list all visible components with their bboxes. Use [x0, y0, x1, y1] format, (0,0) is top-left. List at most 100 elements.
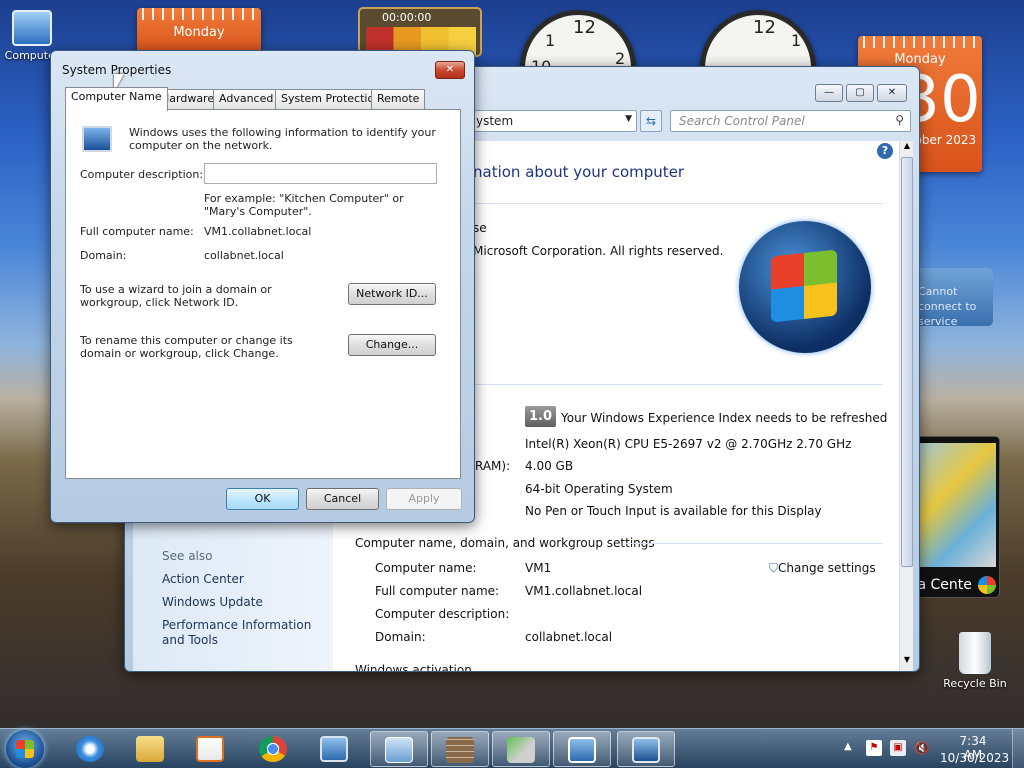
- activation-heading: Windows activation: [355, 663, 472, 671]
- calendar-day-right: Monday: [894, 52, 946, 67]
- experience-index-link[interactable]: Your Windows Experience Index needs to b…: [561, 411, 887, 425]
- example-text: For example: "Kitchen Computer" or "Mary…: [204, 192, 404, 218]
- start-button[interactable]: [6, 730, 44, 768]
- computer-icon: [82, 126, 112, 152]
- domain-label: Domain:: [375, 630, 426, 644]
- scroll-thumb[interactable]: [901, 157, 913, 567]
- recycle-bin-label: Recycle Bin: [943, 677, 1007, 690]
- action-center-link[interactable]: Action Center: [162, 572, 244, 586]
- change-settings-link[interactable]: ⛉Change settings: [769, 561, 876, 576]
- computer-icon: [12, 10, 52, 46]
- taskbar-item-computer-management[interactable]: [617, 731, 675, 767]
- volume-muted-icon[interactable]: 🔇: [914, 740, 930, 756]
- show-hidden-icons-button[interactable]: ▲: [844, 741, 852, 752]
- refresh-button[interactable]: ⇆: [640, 110, 662, 132]
- media-player-icon: [196, 736, 224, 762]
- full-name-value: VM1.collabnet.local: [204, 225, 312, 238]
- address-bar[interactable]: ystem ▼: [465, 110, 637, 132]
- minimize-button[interactable]: —: [815, 84, 843, 102]
- clock-date[interactable]: 10/30/2023: [940, 751, 1009, 765]
- stopwatch-time: 00:00:00: [382, 11, 432, 24]
- scroll-down-icon[interactable]: ▼: [901, 655, 913, 669]
- search-placeholder: Search Control Panel: [679, 114, 805, 128]
- action-center-flag-icon[interactable]: ⚑: [866, 740, 882, 756]
- pen-touch-value: No Pen or Touch Input is available for t…: [525, 504, 822, 518]
- taskbar: ▲ ⚑ ▣ 🔇 7:34 AM 10/30/2023: [0, 728, 1024, 768]
- description-label: Computer description:: [80, 168, 204, 181]
- chevron-down-icon[interactable]: ▼: [625, 114, 632, 124]
- computer-management-icon: [632, 737, 660, 763]
- network-id-button[interactable]: Network ID...: [348, 283, 436, 305]
- network-icon: [507, 737, 535, 763]
- taskbar-item-network-tool[interactable]: [492, 731, 550, 767]
- address-text: ystem: [476, 114, 514, 128]
- windows-logo-icon: [978, 576, 996, 594]
- recycle-bin-icon: [959, 632, 991, 674]
- tab-remote[interactable]: Remote: [371, 89, 426, 109]
- taskbar-item-windows-explorer[interactable]: [122, 731, 180, 767]
- computer-name-label: Computer name:: [375, 561, 477, 575]
- copyright-text: Microsoft Corporation. All rights reserv…: [473, 244, 724, 258]
- rating-score: 1.0: [528, 409, 553, 424]
- system-properties-dialog[interactable]: System Properties ✕ Computer Name Hardwa…: [50, 50, 475, 523]
- full-name-label: Full computer name:: [80, 225, 194, 238]
- description-label: Computer description:: [375, 607, 510, 621]
- taskbar-item-system-properties[interactable]: [553, 731, 611, 767]
- network-tray-icon[interactable]: ▣: [890, 740, 906, 756]
- internet-explorer-icon: [76, 736, 104, 762]
- shield-icon: ⛉: [769, 561, 779, 575]
- domain-value: collabnet.local: [204, 249, 284, 262]
- tab-computer-name[interactable]: Computer Name: [65, 87, 168, 111]
- ram-label: RAM):: [475, 459, 511, 473]
- apply-button[interactable]: Apply: [386, 488, 462, 510]
- chrome-icon: [259, 736, 287, 762]
- tab-advanced[interactable]: Advanced: [213, 89, 280, 109]
- maximize-button[interactable]: ▢: [846, 84, 874, 102]
- wizard-text: To use a wizard to join a domain or work…: [80, 283, 272, 309]
- domain-label: Domain:: [80, 249, 127, 262]
- recycle-bin-desktop-icon[interactable]: Recycle Bin: [940, 632, 1010, 690]
- calendar-gadget-left[interactable]: Monday: [137, 8, 261, 54]
- edition-text: se: [473, 221, 487, 235]
- section-title: Computer name, domain, and workgroup set…: [355, 536, 655, 550]
- firewall-icon: [446, 737, 474, 763]
- search-icon[interactable]: ⚲: [895, 113, 904, 127]
- computer-name-value: VM1: [525, 561, 552, 575]
- calendar-day: Monday: [173, 25, 225, 40]
- change-settings-label: Change settings: [778, 561, 876, 575]
- taskbar-item-control-panel[interactable]: [370, 731, 428, 767]
- full-name-label: Full computer name:: [375, 584, 500, 598]
- change-button[interactable]: Change...: [348, 334, 436, 356]
- close-button[interactable]: ✕: [435, 61, 465, 79]
- scroll-up-icon[interactable]: ▲: [901, 141, 913, 155]
- control-panel-icon: [385, 737, 413, 763]
- page-heading: nation about your computer: [473, 163, 685, 181]
- help-icon[interactable]: ?: [877, 143, 893, 159]
- taskbar-item-firewall[interactable]: [431, 731, 489, 767]
- tab-strip: Computer Name Hardware Advanced System P…: [65, 87, 461, 111]
- performance-info-link[interactable]: Performance Information and Tools: [162, 618, 328, 648]
- remote-desktop-icon: [320, 736, 348, 762]
- system-type-value: 64-bit Operating System: [525, 482, 673, 496]
- ram-value: 4.00 GB: [525, 459, 574, 473]
- processor-value: Intel(R) Xeon(R) CPU E5-2697 v2 @ 2.70GH…: [525, 437, 852, 451]
- close-button[interactable]: ✕: [877, 84, 907, 102]
- taskbar-item-remote-desktop[interactable]: [306, 731, 364, 767]
- taskbar-item-chrome[interactable]: [245, 731, 303, 767]
- cancel-button[interactable]: Cancel: [306, 488, 379, 510]
- domain-value: collabnet.local: [525, 630, 613, 644]
- computer-description-input[interactable]: [204, 163, 437, 184]
- windows-update-link[interactable]: Windows Update: [162, 595, 263, 609]
- see-also-heading: See also: [162, 549, 213, 563]
- search-input[interactable]: Search Control Panel ⚲: [670, 110, 911, 132]
- vertical-scrollbar[interactable]: ▲ ▼: [899, 141, 913, 671]
- weather-status: Cannot connect to service: [918, 285, 977, 326]
- ok-button[interactable]: OK: [226, 488, 299, 510]
- show-desktop-button[interactable]: [1012, 729, 1024, 768]
- windows-logo-icon: [739, 221, 871, 353]
- taskbar-item-media-player[interactable]: [182, 731, 240, 767]
- tab-panel: Windows uses the following information t…: [65, 109, 461, 479]
- rating-badge: 1.0: [525, 406, 556, 427]
- taskbar-item-internet-explorer[interactable]: [62, 731, 120, 767]
- folder-icon: [136, 736, 164, 762]
